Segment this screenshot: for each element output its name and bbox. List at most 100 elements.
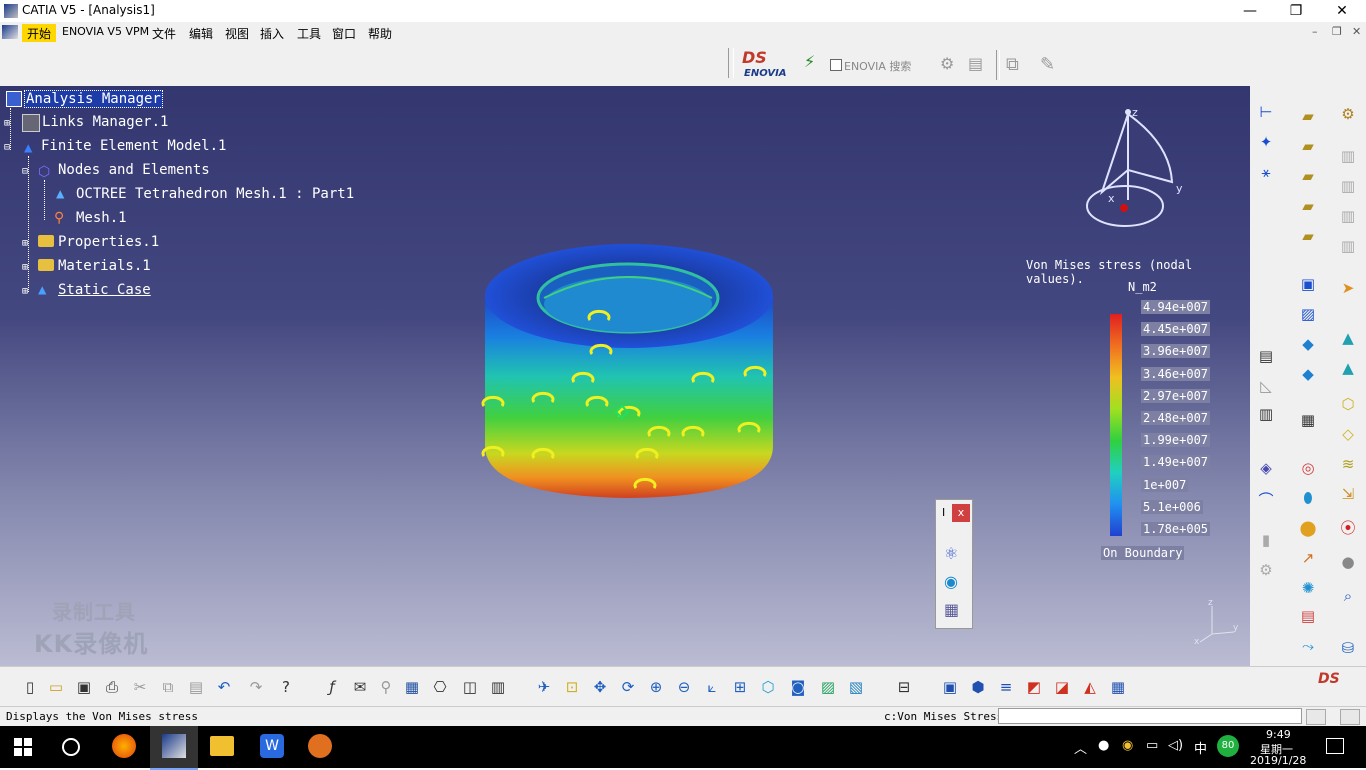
adaptivity-icon[interactable]: ◺ [1254,374,1278,398]
paste-icon[interactable]: ▤ [184,675,208,699]
settings-gear-icon[interactable]: ⚙ [1336,102,1360,126]
mesh-local-icon[interactable]: ▨ [1296,302,1320,326]
image-edit-icon[interactable]: ⚛ [944,544,958,563]
enovia-search-checkbox[interactable] [830,59,842,71]
kk-recorder-icon[interactable] [308,734,332,758]
animate-icon[interactable]: ⤳ [1296,634,1320,658]
enovia-connect-icon[interactable]: ⚡ [804,52,815,71]
smooth-connection-icon[interactable]: ◆ [1296,362,1320,386]
fly-mode-icon[interactable]: ✈ [532,675,556,699]
expand-plus-icon[interactable]: ⊞ [22,286,28,297]
tree-item-analysis-manager[interactable]: Analysis Manager [24,90,163,108]
tree-item-octree-mesh[interactable]: OCTREE Tetrahedron Mesh.1 : Part1 [76,186,354,202]
collapse-minus-icon[interactable]: ⊟ [22,166,28,177]
expand-plus-icon[interactable]: ⊞ [4,118,10,129]
tree-item-materials[interactable]: Materials.1 [58,258,151,274]
new-file-icon[interactable]: ▯ [18,675,42,699]
doc-close-button[interactable]: ✕ [1352,25,1361,38]
moment-icon[interactable]: ▰ [1296,164,1320,188]
battery-icon[interactable]: ▭ [1146,738,1158,753]
copy-view-icon[interactable]: ⧉ [1006,54,1019,75]
tree-structure-icon[interactable]: ⎔ [428,675,452,699]
wps-icon[interactable]: W [260,734,284,758]
menu-insert[interactable]: 插入 [255,24,289,43]
menu-edit[interactable]: 编辑 [184,24,218,43]
volume-icon[interactable]: ◁) [1168,738,1183,753]
analysis-manager-icon[interactable] [6,91,22,107]
formula-icon[interactable]: ƒ [320,675,344,699]
sensor-icon[interactable]: ▲ [1336,326,1360,350]
link-icon[interactable]: ⚲ [374,675,398,699]
deformation-icon[interactable]: ◎ [1296,456,1320,480]
analysis-tool-icon[interactable]: ▣ [938,675,962,699]
pressure-icon[interactable]: ▰ [1296,104,1320,128]
tree-item-mesh[interactable]: Mesh.1 [76,210,127,226]
fit-all-icon[interactable]: ⊡ [560,675,584,699]
menu-file[interactable]: 文件 [147,24,181,43]
minimize-button[interactable]: — [1227,0,1273,22]
enovia-filter-icon[interactable]: ⚙ [940,54,954,73]
catia-task-icon[interactable] [150,726,198,770]
iso-static-icon[interactable]: ⚹ [1254,160,1278,184]
action-center-icon[interactable] [1326,738,1344,754]
command-history-icon[interactable] [1306,709,1326,725]
save-icon[interactable]: ▣ [72,675,96,699]
image-layout-icon[interactable]: ◉ [944,572,958,591]
catia-menu-icon[interactable] [2,25,18,39]
command-input[interactable] [998,708,1302,724]
sphere-icon[interactable]: ● [1336,550,1360,574]
connection-icon[interactable]: ⌒ [1254,488,1278,512]
select-arrow-icon[interactable]: ➤ [1336,276,1360,300]
precision-icon[interactable]: ✺ [1296,576,1320,600]
comment-icon[interactable]: ✉ [348,675,372,699]
mesh-part-icon[interactable]: ▣ [1296,272,1320,296]
collapse-minus-icon[interactable]: ⊟ [4,142,10,153]
restraint-icon[interactable]: ⊢ [1254,100,1278,124]
report-icon[interactable]: ▤ [1254,344,1278,368]
doc-disabled-icon[interactable]: ▥ [1336,174,1360,198]
export-icon[interactable]: ⇲ [1336,482,1360,506]
distributed-force-icon[interactable]: ▰ [1296,134,1320,158]
ime-indicator[interactable]: 中 [1194,738,1207,757]
inertia-icon[interactable]: ◭ [1078,675,1102,699]
windows-start-icon[interactable] [14,738,32,756]
sketch-icon[interactable]: ✎ [1040,54,1055,75]
multi-view-icon[interactable]: ⊞ [728,675,752,699]
von-mises-icon[interactable]: ⬮ [1296,486,1320,510]
firefox-icon[interactable] [112,734,136,758]
sensor-local-icon[interactable]: ▲ [1336,356,1360,380]
property-disabled-icon[interactable]: ▮ [1254,528,1278,552]
floating-toolbar[interactable]: I x ⚛ ◉ ▦ [935,499,973,629]
search-icon[interactable]: ⌕ [1336,584,1360,608]
catalog-icon[interactable]: ▥ [486,675,510,699]
open-folder-icon[interactable]: ▭ [44,675,68,699]
cut-icon[interactable]: ✂ [128,675,152,699]
stress-model-render[interactable] [470,236,790,516]
3d-viewport[interactable]: Analysis Manager ⊞ Links Manager.1 ⊟ ▲ F… [0,86,1250,666]
virtual-part-icon[interactable]: ◈ [1254,456,1278,480]
tree-item-nodes-and-elements[interactable]: Nodes and Elements [58,162,210,178]
compass-icon[interactable]: z y x [1080,104,1190,234]
file-explorer-icon[interactable] [210,736,234,756]
database-icon[interactable]: ⛁ [1336,636,1360,660]
tree-item-finite-element-model[interactable]: Finite Element Model.1 [41,138,226,154]
menu-tools[interactable]: 工具 [292,24,326,43]
measure-icon[interactable]: ◩ [1022,675,1046,699]
tree-item-properties[interactable]: Properties.1 [58,234,159,250]
menu-enovia[interactable]: ENOVIA V5 VPM [57,24,154,39]
doc-disabled-icon[interactable]: ▥ [1336,204,1360,228]
expand-plus-icon[interactable]: ⊞ [22,238,28,249]
iso-view-icon[interactable]: ⬡ [756,675,780,699]
tray-chevron-icon[interactable]: ︿ [1074,738,1087,757]
imported-force-icon[interactable]: ▰ [1296,224,1320,248]
image-layout-icon[interactable]: ▤ [1296,604,1320,628]
history-report-icon[interactable]: ▥ [1254,402,1278,426]
scan-icon[interactable]: ◫ [458,675,482,699]
pan-icon[interactable]: ✥ [588,675,612,699]
menu-window[interactable]: 窗口 [327,24,361,43]
tree-item-links-manager[interactable]: Links Manager.1 [42,114,168,130]
clock-time[interactable]: 9:49 [1266,728,1291,741]
menu-start[interactable]: 开始 [22,24,57,43]
search-icon[interactable] [62,738,80,756]
principal-stress-icon[interactable]: ↗ [1296,546,1320,570]
